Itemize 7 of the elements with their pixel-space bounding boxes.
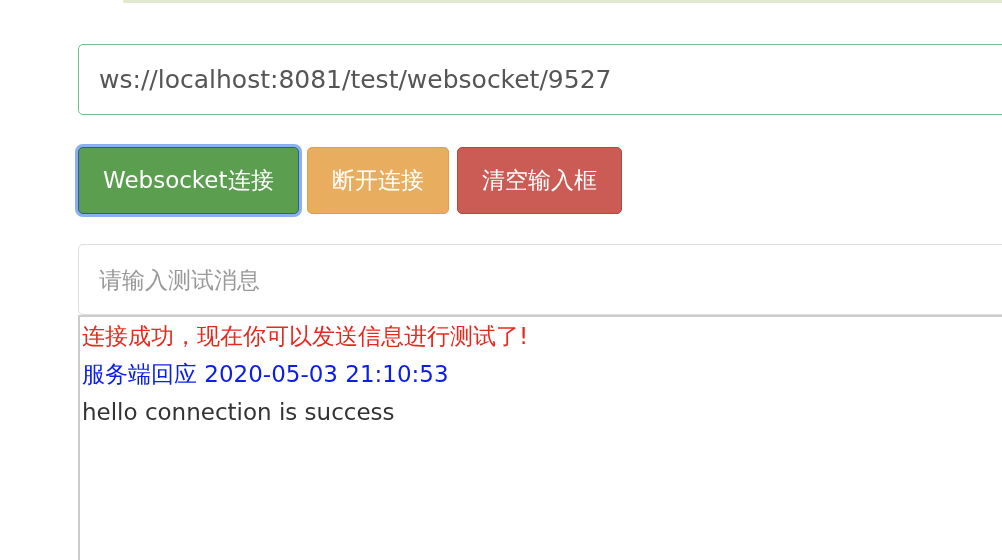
- message-field[interactable]: 请输入测试消息: [78, 244, 1002, 315]
- clear-button[interactable]: 清空输入框: [456, 147, 622, 214]
- connect-button[interactable]: Websocket连接: [78, 147, 299, 214]
- url-field[interactable]: ws://localhost:8081/test/websocket/9527: [78, 44, 1002, 115]
- response-header: 服务端回应 2020-05-03 21:10:53: [82, 360, 450, 389]
- status-message: 连接成功，现在你可以发送信息进行测试了!: [82, 322, 530, 351]
- message-text: hello connection is success: [82, 398, 396, 427]
